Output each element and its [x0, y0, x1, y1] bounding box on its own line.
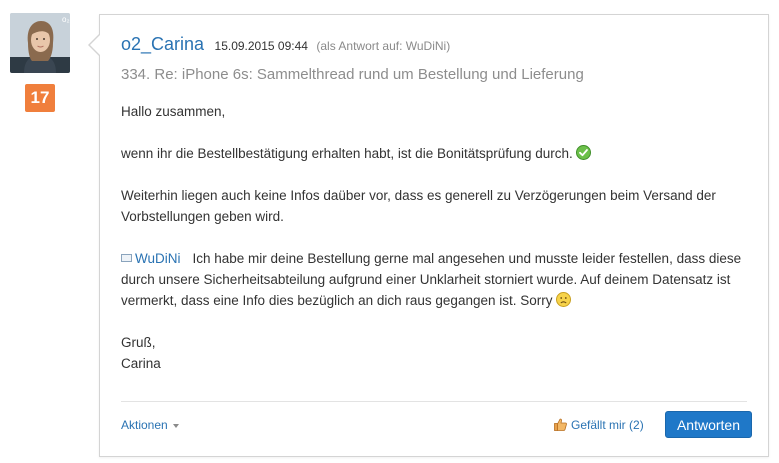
- closing-text: Gruß,: [121, 335, 156, 350]
- check-emoji-icon: [575, 144, 591, 160]
- post-header: o2_Carina 15.09.2015 09:44 (als Antwort …: [121, 34, 450, 55]
- body-paragraph-3-text: Ich habe mir deine Bestellung gerne mal …: [121, 251, 742, 308]
- post-subject: 334. Re: iPhone 6s: Sammelthread rund um…: [121, 66, 584, 83]
- post-body: Hallo zusammen, wenn ihr die Bestellbest…: [121, 101, 751, 374]
- signature-text: Carina: [121, 356, 161, 371]
- reply-button[interactable]: Antworten: [665, 411, 752, 438]
- mention-link[interactable]: WuDiNi: [135, 251, 181, 266]
- chevron-down-icon: [172, 423, 179, 428]
- reply-to-label[interactable]: (als Antwort auf: WuDiNi): [316, 39, 450, 53]
- author-avatar[interactable]: o₂: [10, 13, 70, 73]
- actions-dropdown[interactable]: Aktionen: [121, 418, 179, 432]
- post-card: o2_Carina 15.09.2015 09:44 (als Antwort …: [88, 14, 769, 457]
- footer-divider: [121, 401, 747, 402]
- body-paragraph-2: Weiterhin liegen auch keine Infos daüber…: [121, 188, 716, 224]
- like-button[interactable]: Gefällt mir (2): [554, 418, 644, 432]
- actions-label: Aktionen: [121, 418, 168, 432]
- body-closing: Gruß, Carina: [121, 332, 751, 374]
- author-name-link[interactable]: o2_Carina: [121, 34, 204, 54]
- avatar-image: o₂: [10, 13, 70, 73]
- sad-emoji-icon: [555, 291, 571, 307]
- like-count: (2): [629, 418, 644, 432]
- like-label: Gefällt mir: [571, 418, 626, 432]
- post-date: 15.09.2015 09:44: [214, 39, 308, 53]
- body-greeting: Hallo zusammen,: [121, 104, 226, 119]
- user-mention-icon: [121, 254, 132, 263]
- speech-pointer-fill: [90, 34, 101, 56]
- o2-logo-icon: o₂: [62, 15, 70, 24]
- body-paragraph-1: wenn ihr die Bestellbestätigung erhalten…: [121, 143, 751, 164]
- thumbs-up-icon: [554, 419, 567, 432]
- body-paragraph-1-text: wenn ihr die Bestellbestätigung erhalten…: [121, 146, 573, 161]
- rank-badge: 17: [25, 84, 55, 112]
- body-paragraph-3: WuDiNi Ich habe mir deine Bestellung gern…: [121, 248, 751, 311]
